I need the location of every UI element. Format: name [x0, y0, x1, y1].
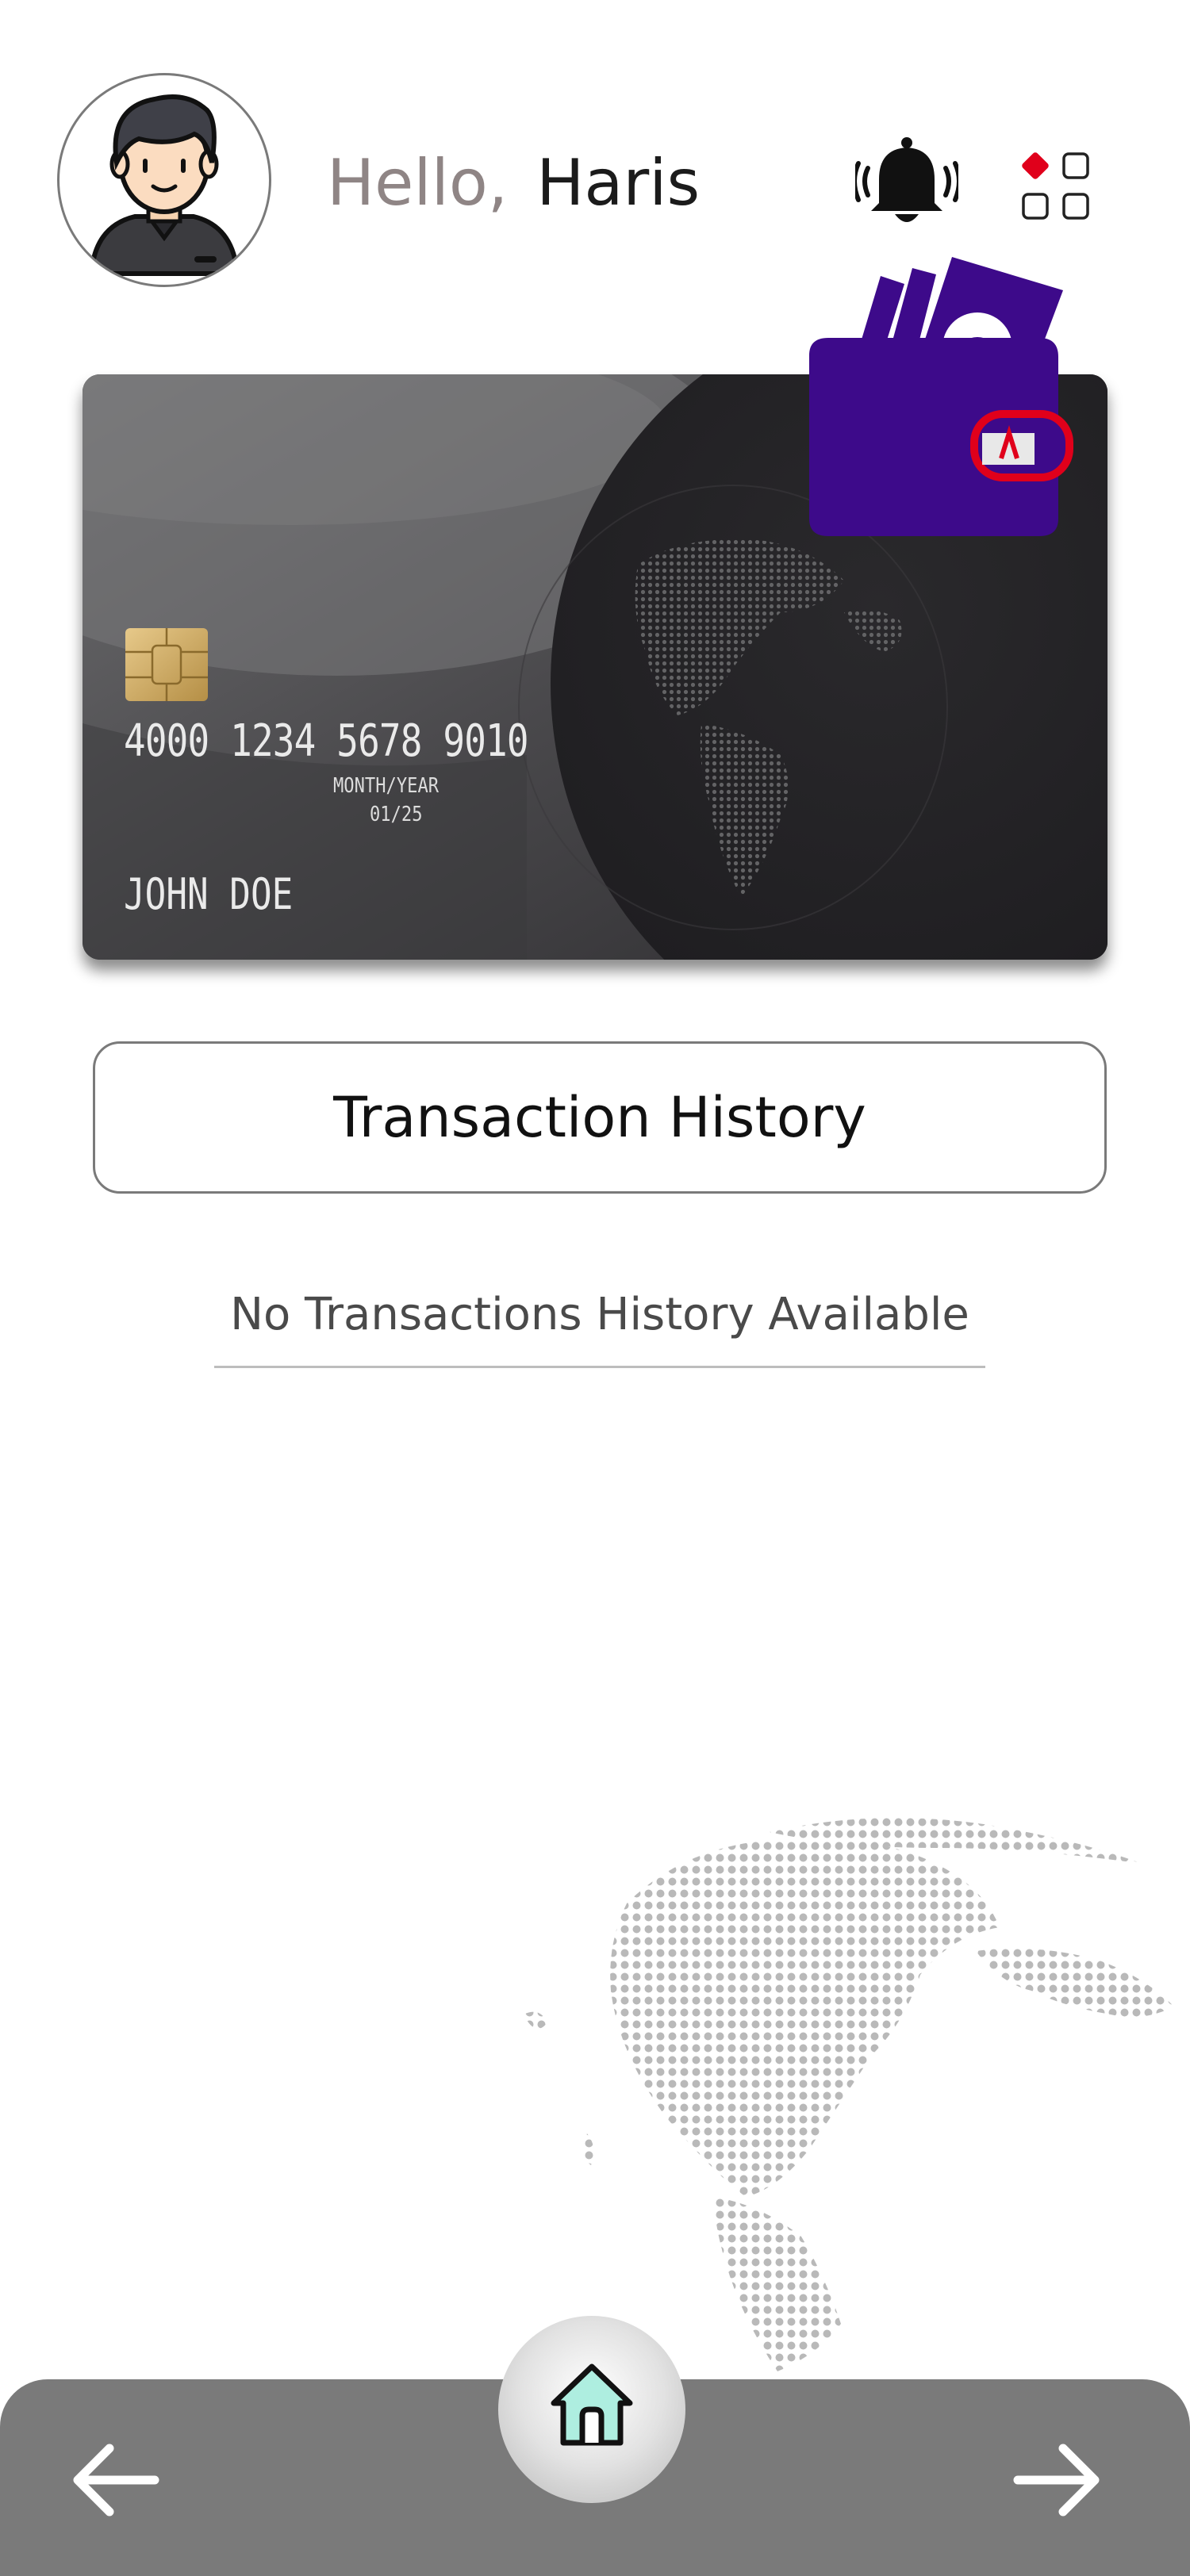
bell-icon	[852, 137, 962, 222]
arrow-right-icon	[1013, 2444, 1100, 2517]
divider	[214, 1366, 985, 1368]
card-expiry-label: MONTH/YEAR	[333, 774, 440, 798]
home-icon	[551, 2363, 633, 2446]
empty-transactions-message: No Transactions History Available	[230, 1289, 969, 1340]
greeting: Hello, Haris	[327, 135, 700, 230]
avatar[interactable]	[57, 73, 271, 287]
card-chip	[125, 628, 208, 701]
greeting-hello: Hello,	[327, 145, 509, 220]
arrow-left-icon	[73, 2444, 159, 2517]
card-holder-name: JOHN DOE	[124, 869, 294, 919]
card-number: 4000 1234 5678 9010	[124, 715, 529, 767]
wallet-logo	[793, 252, 1079, 542]
user-avatar-icon	[88, 94, 240, 276]
home-button[interactable]	[498, 2316, 685, 2503]
card-expiry: 01/25	[370, 803, 423, 826]
user-name: Haris	[536, 145, 701, 220]
menu-button[interactable]	[1017, 148, 1096, 227]
forward-button[interactable]	[1006, 2436, 1109, 2524]
globe-decoration	[428, 1816, 1190, 2387]
transaction-history-button[interactable]: Transaction History	[93, 1041, 1107, 1194]
apps-grid-icon	[1022, 152, 1089, 220]
back-button[interactable]	[63, 2436, 167, 2524]
notification-button[interactable]	[852, 132, 962, 235]
wallet-logo-icon	[809, 257, 1073, 536]
